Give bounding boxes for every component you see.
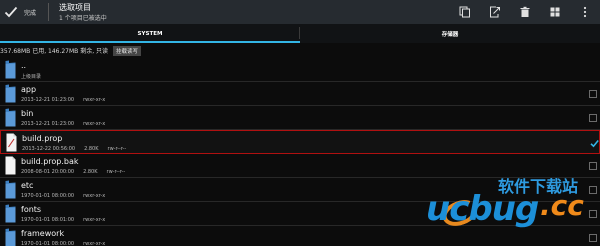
- file-meta-item: 1970-01-01 08:01:00: [21, 217, 75, 223]
- file-meta: 2008-08-01 20:00:00 2.80K rw-r--r--: [21, 169, 134, 175]
- file-name: fonts: [21, 205, 42, 214]
- copy-button[interactable]: [450, 0, 480, 24]
- file-name: bin: [21, 109, 34, 118]
- page-title: 选取项目: [59, 3, 91, 12]
- file-meta-item: 2.80K: [84, 146, 99, 152]
- row-checkbox[interactable]: [589, 162, 597, 170]
- move-button[interactable]: [480, 0, 510, 24]
- folder-icon: [5, 180, 16, 199]
- select-all-icon: [550, 7, 560, 17]
- file-meta: 1970-01-01 08:01:00 rwxr-xr-x: [21, 217, 114, 223]
- done-button[interactable]: 完成: [4, 3, 36, 21]
- folder-icon: [5, 60, 16, 79]
- row-checkbox[interactable]: [589, 90, 597, 98]
- storage-usage-text: 357.68MB 已用, 146.27MB 剩余, 只读: [0, 48, 109, 55]
- file-row[interactable]: build.prop 2013-12-22 00:56:00 2.80K rw-r--…: [0, 130, 600, 154]
- tab-system[interactable]: SYSTEM: [0, 24, 300, 43]
- action-icons: [450, 0, 600, 24]
- file-name: build.prop: [22, 134, 63, 143]
- move-icon: [490, 6, 500, 18]
- file-meta: 2013-12-21 01:23:00 rwxr-xr-x: [21, 97, 114, 103]
- file-name: build.prop.bak: [21, 157, 79, 166]
- tab-divider: [299, 27, 300, 39]
- file-meta: 1970-01-01 08:00:00 rwxr-xr-x: [21, 241, 114, 246]
- file-row[interactable]: app 2013-12-21 01:23:00 rwxr-xr-x: [0, 82, 600, 106]
- file-meta-item: rw-r--r--: [107, 146, 127, 152]
- overflow-menu-button[interactable]: [570, 0, 600, 24]
- action-bar: 完成 选取项目 1 个项目已被选中: [0, 0, 600, 24]
- row-checkbox[interactable]: [590, 139, 599, 148]
- file-meta: 2013-12-22 00:56:00 2.80K rw-r--r--: [22, 146, 135, 152]
- text-file-icon: [6, 133, 17, 152]
- file-meta-item: rwxr-xr-x: [83, 97, 106, 103]
- copy-icon: [459, 6, 470, 18]
- selection-count: 1 个项目已被选中: [59, 15, 107, 22]
- select-all-button[interactable]: [540, 0, 570, 24]
- file-meta-item: rwxr-xr-x: [83, 121, 106, 127]
- file-meta: 上级目录: [21, 73, 50, 80]
- row-checkbox[interactable]: [589, 114, 597, 122]
- file-meta-item: 2.80K: [83, 169, 98, 175]
- file-meta: 1970-01-01 08:00:00 rwxr-xr-x: [21, 193, 114, 199]
- mount-rw-button[interactable]: 挂载读写: [113, 45, 142, 56]
- file-meta-item: 2013-12-22 00:56:00: [22, 146, 76, 152]
- watermark-tld-text: .cc: [540, 189, 584, 222]
- file-icon: [5, 156, 16, 175]
- file-name: etc: [21, 181, 34, 190]
- file-meta-item: rwxr-xr-x: [83, 193, 106, 199]
- file-meta: 2013-12-21 01:23:00 rwxr-xr-x: [21, 121, 114, 127]
- file-meta-item: 上级目录: [21, 74, 42, 80]
- delete-icon: [520, 6, 530, 17]
- overflow-menu-icon: [583, 6, 587, 18]
- file-row[interactable]: bin 2013-12-21 01:23:00 rwxr-xr-x: [0, 106, 600, 130]
- file-meta-item: 2013-12-21 01:23:00: [21, 121, 75, 127]
- storage-info-bar: 357.68MB 已用, 146.27MB 剩余, 只读 挂载读写: [0, 44, 600, 57]
- file-name: framework: [21, 229, 65, 238]
- watermark-logo: 软件下载站 ucbug .cc: [418, 171, 600, 243]
- file-meta-item: 1970-01-01 08:00:00: [21, 241, 75, 246]
- file-meta-item: 2013-12-21 01:23:00: [21, 97, 75, 103]
- folder-icon: [5, 108, 16, 127]
- file-name: app: [21, 85, 37, 94]
- tab-storage[interactable]: 存储器: [300, 24, 600, 43]
- checkmark-icon: [590, 139, 599, 148]
- file-row[interactable]: .. 上级目录: [0, 58, 600, 82]
- file-name: ..: [21, 61, 27, 70]
- file-meta-item: 2008-08-01 20:00:00: [21, 169, 75, 175]
- watermark-main-text: ucbug: [426, 189, 539, 229]
- file-meta-item: rwxr-xr-x: [83, 241, 106, 246]
- file-meta-item: rwxr-xr-x: [83, 217, 106, 223]
- done-label: 完成: [24, 9, 37, 17]
- file-meta-item: 1970-01-01 08:00:00: [21, 193, 75, 199]
- file-meta-item: rw-r--r--: [106, 169, 126, 175]
- storage-tabs: SYSTEM 存储器: [0, 24, 600, 43]
- actionbar-divider: [48, 3, 49, 21]
- delete-button[interactable]: [510, 0, 540, 24]
- folder-icon: [5, 228, 16, 246]
- folder-icon: [5, 84, 16, 103]
- checkmark-icon: [4, 6, 18, 18]
- folder-icon: [5, 204, 16, 223]
